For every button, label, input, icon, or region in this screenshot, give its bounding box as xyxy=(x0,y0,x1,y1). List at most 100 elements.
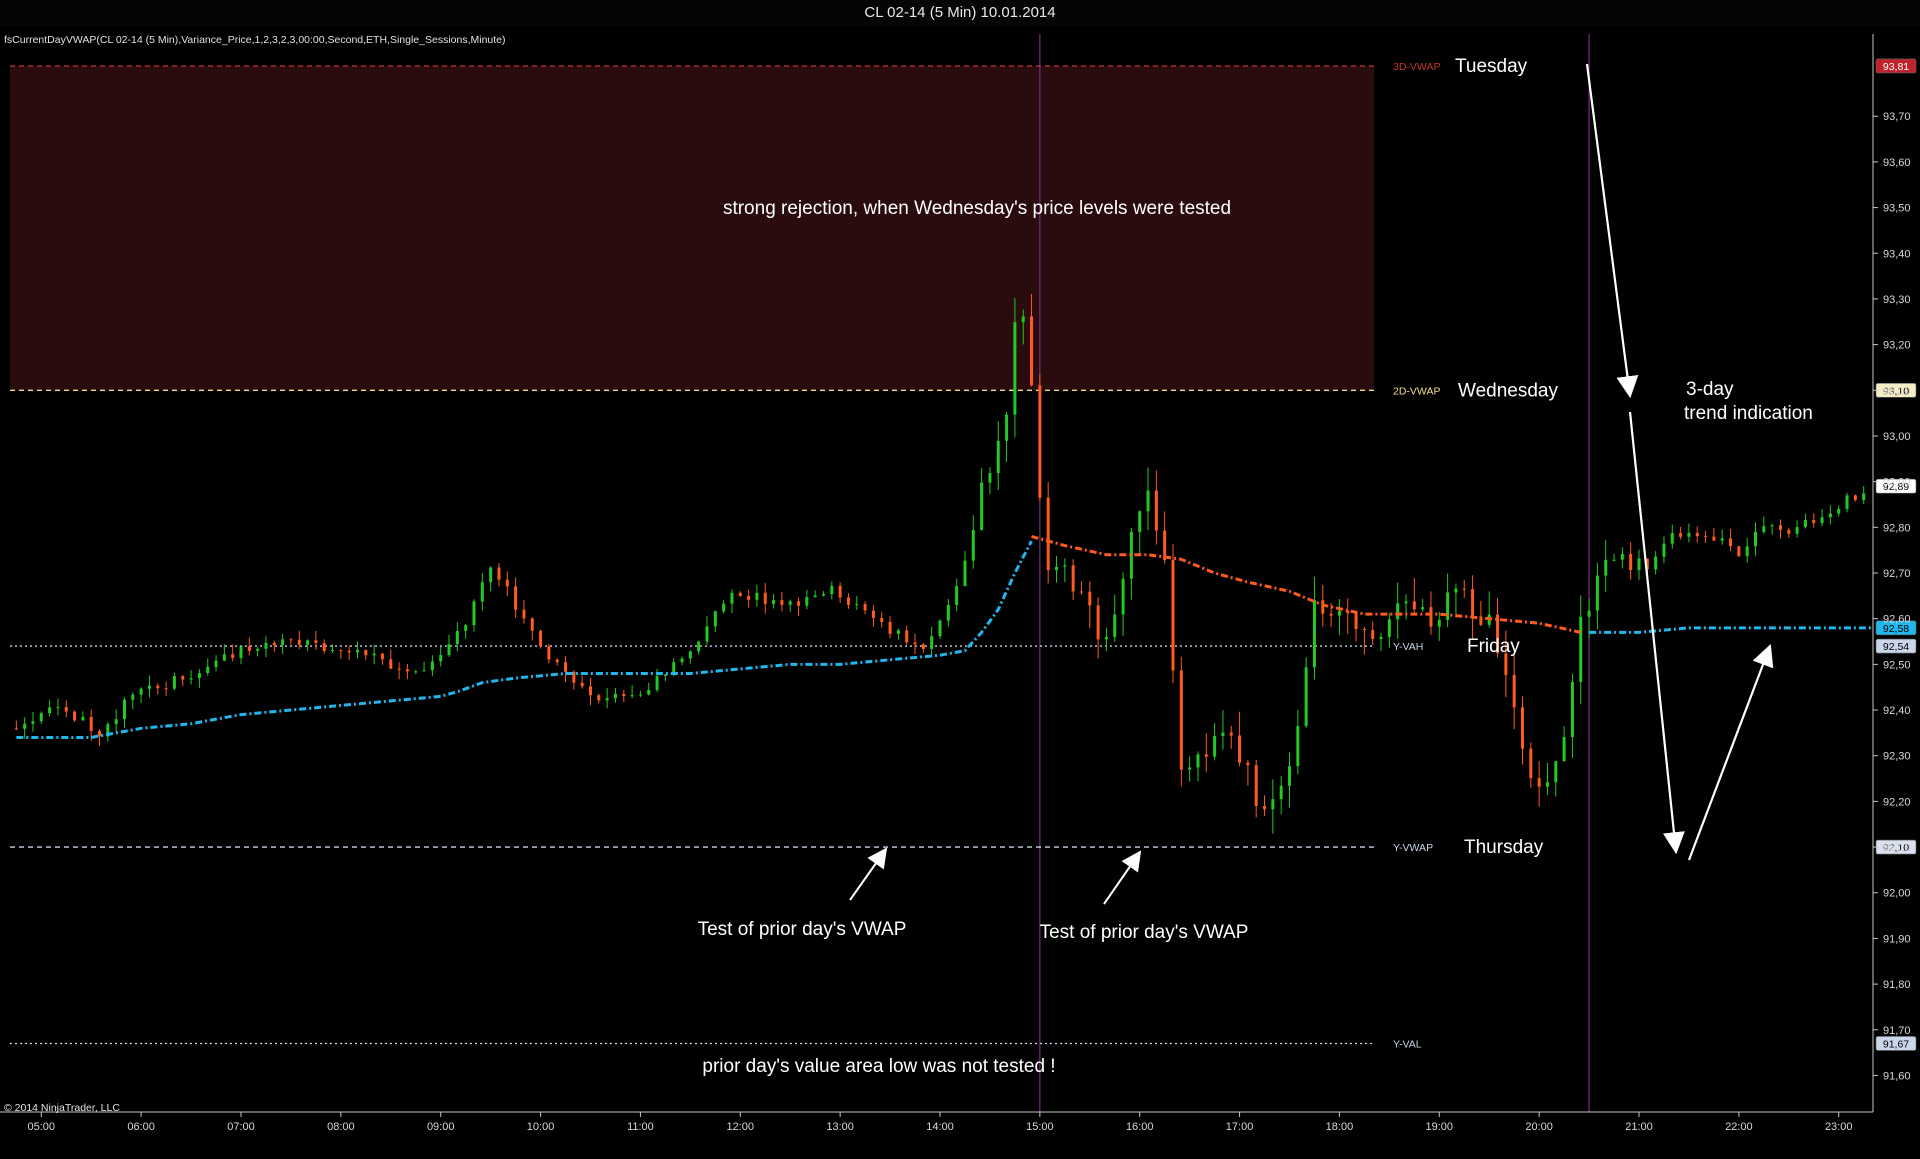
candle-body xyxy=(547,646,551,660)
day-label: Tuesday xyxy=(1455,56,1528,77)
time-tick-label: 12:00 xyxy=(727,1121,755,1133)
price-tick-label: 92,80 xyxy=(1883,522,1911,534)
candle-body xyxy=(1171,560,1175,671)
candle-body xyxy=(322,643,326,651)
candle-body xyxy=(622,693,626,697)
candle-body xyxy=(580,682,584,687)
time-tick-label: 13:00 xyxy=(826,1121,854,1133)
candle-body xyxy=(1371,630,1375,640)
candle-body xyxy=(1354,613,1358,630)
candle-body xyxy=(1712,536,1716,541)
candle-body xyxy=(1404,601,1408,604)
candle-body xyxy=(846,597,850,605)
candle-body xyxy=(1604,559,1608,576)
candle-body xyxy=(48,707,52,714)
level-label: Y-VWAP xyxy=(1393,842,1433,854)
candle-body xyxy=(1471,589,1475,617)
price-tick-label: 91,70 xyxy=(1883,1025,1911,1037)
price-tick-label: 92,30 xyxy=(1883,751,1911,763)
candle-body xyxy=(1429,607,1433,627)
candle-body xyxy=(1121,578,1125,615)
level-label: Y-VAL xyxy=(1393,1038,1422,1050)
candle-body xyxy=(1579,616,1583,682)
candle-body xyxy=(1554,761,1558,783)
candle-body xyxy=(780,600,784,605)
annotation-vwap-test-2: Test of prior day's VWAP xyxy=(1040,922,1249,943)
candle-body xyxy=(56,707,60,709)
time-tick-label: 19:00 xyxy=(1426,1121,1454,1133)
candle-body xyxy=(564,662,568,672)
candle-body xyxy=(364,649,368,656)
candle-body xyxy=(331,650,335,652)
candle-body xyxy=(1637,558,1641,571)
candle-body xyxy=(1288,766,1291,786)
trend-label-line1: 3-day xyxy=(1686,379,1734,400)
level-label: Y-VAH xyxy=(1393,641,1423,653)
candle-body xyxy=(1537,778,1541,787)
candle-body xyxy=(955,586,959,605)
candle xyxy=(1304,657,1308,728)
price-chart[interactable]: 3D-VWAP 93,81 2D-VWAP 93,10 Y-VAH 92,54 Y-VWAP… xyxy=(0,26,1920,1159)
candle-body xyxy=(397,668,401,670)
candle-body xyxy=(281,639,285,646)
candle-body xyxy=(1188,767,1192,770)
candle-body xyxy=(871,610,875,618)
time-tick-label: 20:00 xyxy=(1525,1121,1553,1133)
trend-label-line2: trend indication xyxy=(1684,403,1813,424)
candle-body xyxy=(455,630,459,645)
time-tick-label: 05:00 xyxy=(28,1121,56,1133)
candle-body xyxy=(1795,527,1799,534)
candle xyxy=(1171,544,1175,684)
level-label: 3D-VWAP xyxy=(1393,61,1440,73)
day-label: Friday xyxy=(1467,636,1520,657)
candle-body xyxy=(1454,588,1458,593)
candle-body xyxy=(1620,553,1624,560)
candle-body xyxy=(272,642,276,646)
price-tick-label: 92,10 xyxy=(1883,842,1911,854)
candle-body xyxy=(1562,737,1566,762)
candle-body xyxy=(688,651,692,659)
candle-body xyxy=(422,670,426,672)
candle-body xyxy=(1853,495,1857,501)
candle-body xyxy=(830,585,834,594)
window-title: CL 02-14 (5 Min) 10.01.2014 xyxy=(0,0,1920,27)
candle-body xyxy=(613,693,617,699)
candle-body xyxy=(722,603,726,612)
candle-body xyxy=(98,730,102,737)
candle-body xyxy=(1238,735,1242,763)
candle-body xyxy=(1329,613,1333,616)
candle-body xyxy=(1263,806,1267,810)
candle xyxy=(938,619,942,639)
price-tick-label: 92,40 xyxy=(1883,705,1911,717)
chart-window: CL 02-14 (5 Min) 10.01.2014 3D-VWAP 93,81… xyxy=(0,0,1920,1159)
candle-body xyxy=(797,601,801,606)
candle-body xyxy=(439,654,443,662)
candle-body xyxy=(1013,322,1017,415)
candle-body xyxy=(1312,600,1316,668)
time-tick-label: 15:00 xyxy=(1026,1121,1054,1133)
candle-body xyxy=(89,716,93,731)
candle-body xyxy=(1803,519,1807,528)
candle-body xyxy=(1545,782,1549,787)
candle-body xyxy=(14,728,18,730)
candle-body xyxy=(1179,670,1183,770)
candle-body xyxy=(772,600,776,604)
candle-body xyxy=(372,653,376,656)
candle-body xyxy=(414,671,418,673)
time-tick-label: 16:00 xyxy=(1126,1121,1154,1133)
candle-body xyxy=(1770,525,1774,527)
candle-body xyxy=(23,723,27,729)
candle-body xyxy=(172,676,176,689)
candle-body xyxy=(1055,566,1058,571)
candle-body xyxy=(655,676,659,690)
candle-body xyxy=(1529,748,1533,779)
candle-body xyxy=(1687,532,1691,537)
candle-body xyxy=(505,579,509,587)
annotation-rejection: strong rejection, when Wednesday's price… xyxy=(723,198,1231,219)
candle-body xyxy=(1754,531,1757,547)
candle-body xyxy=(930,636,934,650)
candle-body xyxy=(921,644,925,650)
candle-body xyxy=(963,560,967,587)
candle-body xyxy=(980,482,984,530)
candle-body xyxy=(356,649,359,653)
